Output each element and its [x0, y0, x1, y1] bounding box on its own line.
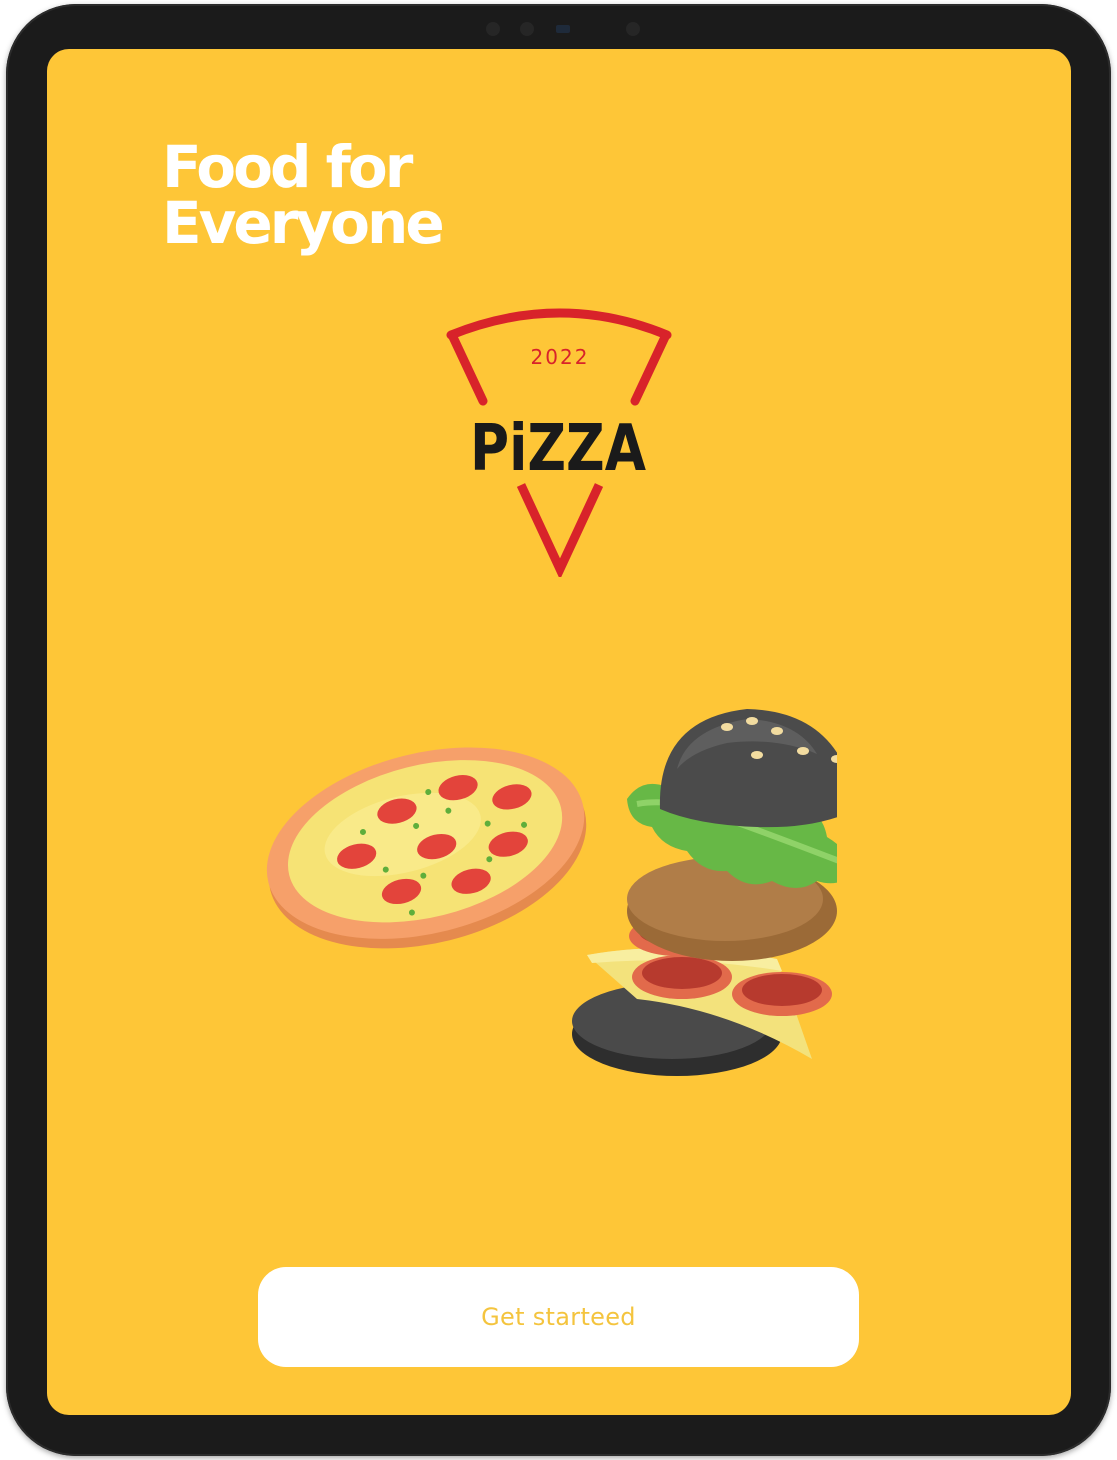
headline-line-2: Everyone: [162, 189, 445, 257]
get-started-button[interactable]: Get starteed: [258, 1267, 859, 1367]
camera-bar: [476, 18, 646, 40]
camera-lens: [556, 25, 570, 33]
headline-line-1: Food for: [162, 133, 413, 201]
logo-year: 2022: [531, 345, 590, 369]
sensor-dot: [486, 22, 500, 36]
sensor-dot: [626, 22, 640, 36]
headline: Food for Everyone: [162, 133, 445, 257]
sensor-dot: [520, 22, 534, 36]
burger-image: [572, 709, 837, 1076]
onboarding-screen: Food for Everyone 2022 PiZZA Get startee…: [47, 49, 1071, 1415]
logo-wordmark: PiZZA: [470, 412, 646, 486]
pizza-image: [266, 747, 587, 949]
food-illustration: [266, 709, 837, 1076]
pizza-logo: 2022 PiZZA: [446, 308, 672, 577]
